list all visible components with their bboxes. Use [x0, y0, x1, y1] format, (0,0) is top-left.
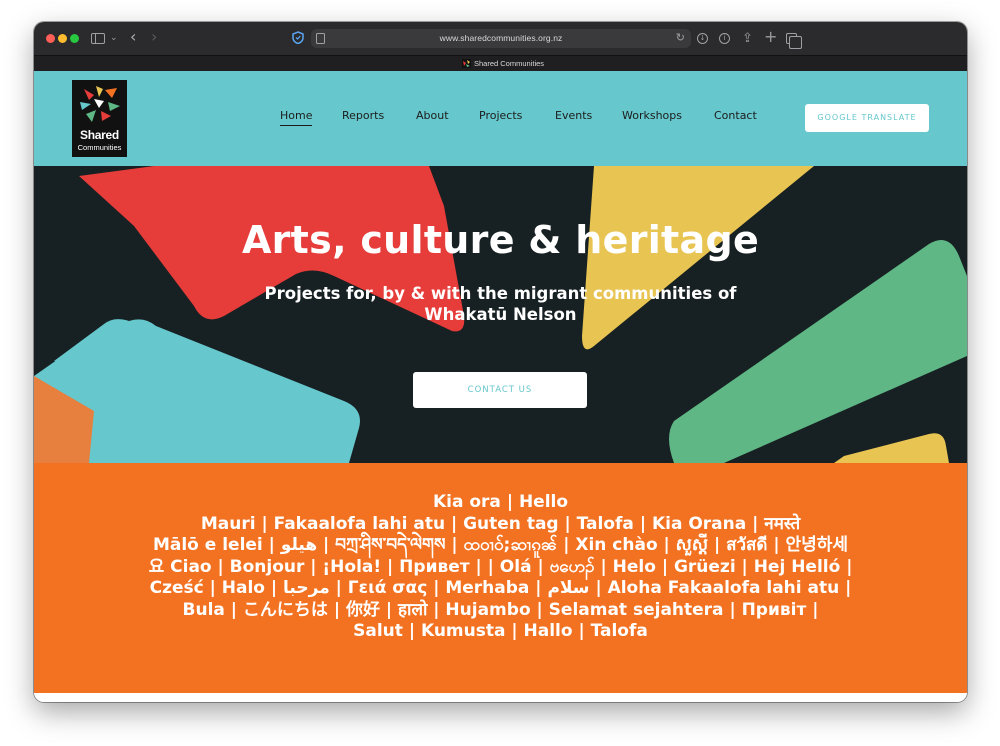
contact-us-button[interactable]: CONTACT US: [413, 372, 587, 408]
nav-events[interactable]: Events: [555, 109, 592, 122]
greeting-line: Bula | こんにちは | 你好 | हालो | Hujambo | Sel…: [182, 599, 819, 620]
greeting-line: Mālō e lelei | هیلو | བཀྲ་ཤིས་བདེ་ལེགས |…: [152, 535, 849, 555]
logo-text-communities: Communities: [77, 143, 122, 152]
logo-text-shared: Shared: [80, 128, 119, 142]
greeting-line: Mauri | Fakaalofa lahi atu | Guten tag |…: [200, 513, 801, 534]
hero-subtitle: Projects for, by & with the migrant comm…: [264, 284, 737, 324]
greeting-line: Cześć | Halo | مرحبا | Γειά σας | Merhab…: [149, 578, 852, 598]
info-icon[interactable]: i: [719, 33, 730, 44]
nav-home[interactable]: Home: [280, 109, 313, 126]
sidebar-toggle-icon[interactable]: [91, 33, 105, 44]
zoom-window-button[interactable]: [70, 34, 79, 43]
browser-toolbar: ⌄ ‹ › www.sharedcommunities.org.nz ↻ ↓ i…: [34, 22, 967, 55]
address-bar[interactable]: www.sharedcommunities.org.nz ↻: [311, 29, 691, 48]
logo-mark-icon: [80, 86, 120, 122]
page-bottom-strip: [34, 693, 967, 702]
chevron-down-icon[interactable]: ⌄: [110, 30, 118, 47]
greeting-line: Salut | Kumusta | Hallo | Talofa: [353, 621, 648, 641]
nav-reports[interactable]: Reports: [342, 109, 384, 122]
browser-window: ⌄ ‹ › www.sharedcommunities.org.nz ↻ ↓ i…: [34, 22, 967, 702]
new-tab-icon[interactable]: +: [764, 28, 777, 45]
close-window-button[interactable]: [46, 34, 55, 43]
privacy-shield-icon[interactable]: [292, 31, 304, 44]
tab-title[interactable]: Shared Communities: [474, 56, 544, 72]
back-icon[interactable]: ‹: [130, 28, 136, 45]
reload-icon[interactable]: ↻: [676, 31, 685, 44]
greeting-line: 요 Ciao | Bonjour | ¡Hola! | Привет | | O…: [148, 556, 853, 577]
site-logo[interactable]: Shared Communities: [72, 80, 127, 157]
greeting-line: Kia ora | Hello: [432, 492, 569, 512]
nav-about[interactable]: About: [416, 109, 449, 122]
minimize-window-button[interactable]: [58, 34, 67, 43]
hero-section: Arts, culture & heritage Projects for, b…: [34, 166, 967, 463]
google-translate-button[interactable]: GOOGLE TRANSLATE: [805, 104, 929, 132]
url-text: www.sharedcommunities.org.nz: [439, 33, 563, 43]
nav-projects[interactable]: Projects: [479, 109, 522, 122]
tab-overview-icon[interactable]: [786, 33, 802, 49]
greetings-section: Kia ora | Hello Mauri | Fakaalofa lahi a…: [34, 463, 967, 693]
hero-title: Arts, culture & heritage: [241, 218, 760, 262]
tab-bar: Shared Communities: [34, 55, 967, 71]
share-icon[interactable]: ⇪: [742, 30, 753, 47]
favicon-icon: [462, 59, 471, 68]
forward-icon[interactable]: ›: [151, 28, 157, 45]
nav-contact[interactable]: Contact: [714, 109, 757, 122]
site-header: Shared Communities Home Reports About Pr…: [34, 71, 967, 166]
download-icon[interactable]: ↓: [697, 33, 708, 44]
nav-workshops[interactable]: Workshops: [622, 109, 682, 122]
greetings-text: Kia ora | Hello Mauri | Fakaalofa lahi a…: [134, 492, 867, 643]
